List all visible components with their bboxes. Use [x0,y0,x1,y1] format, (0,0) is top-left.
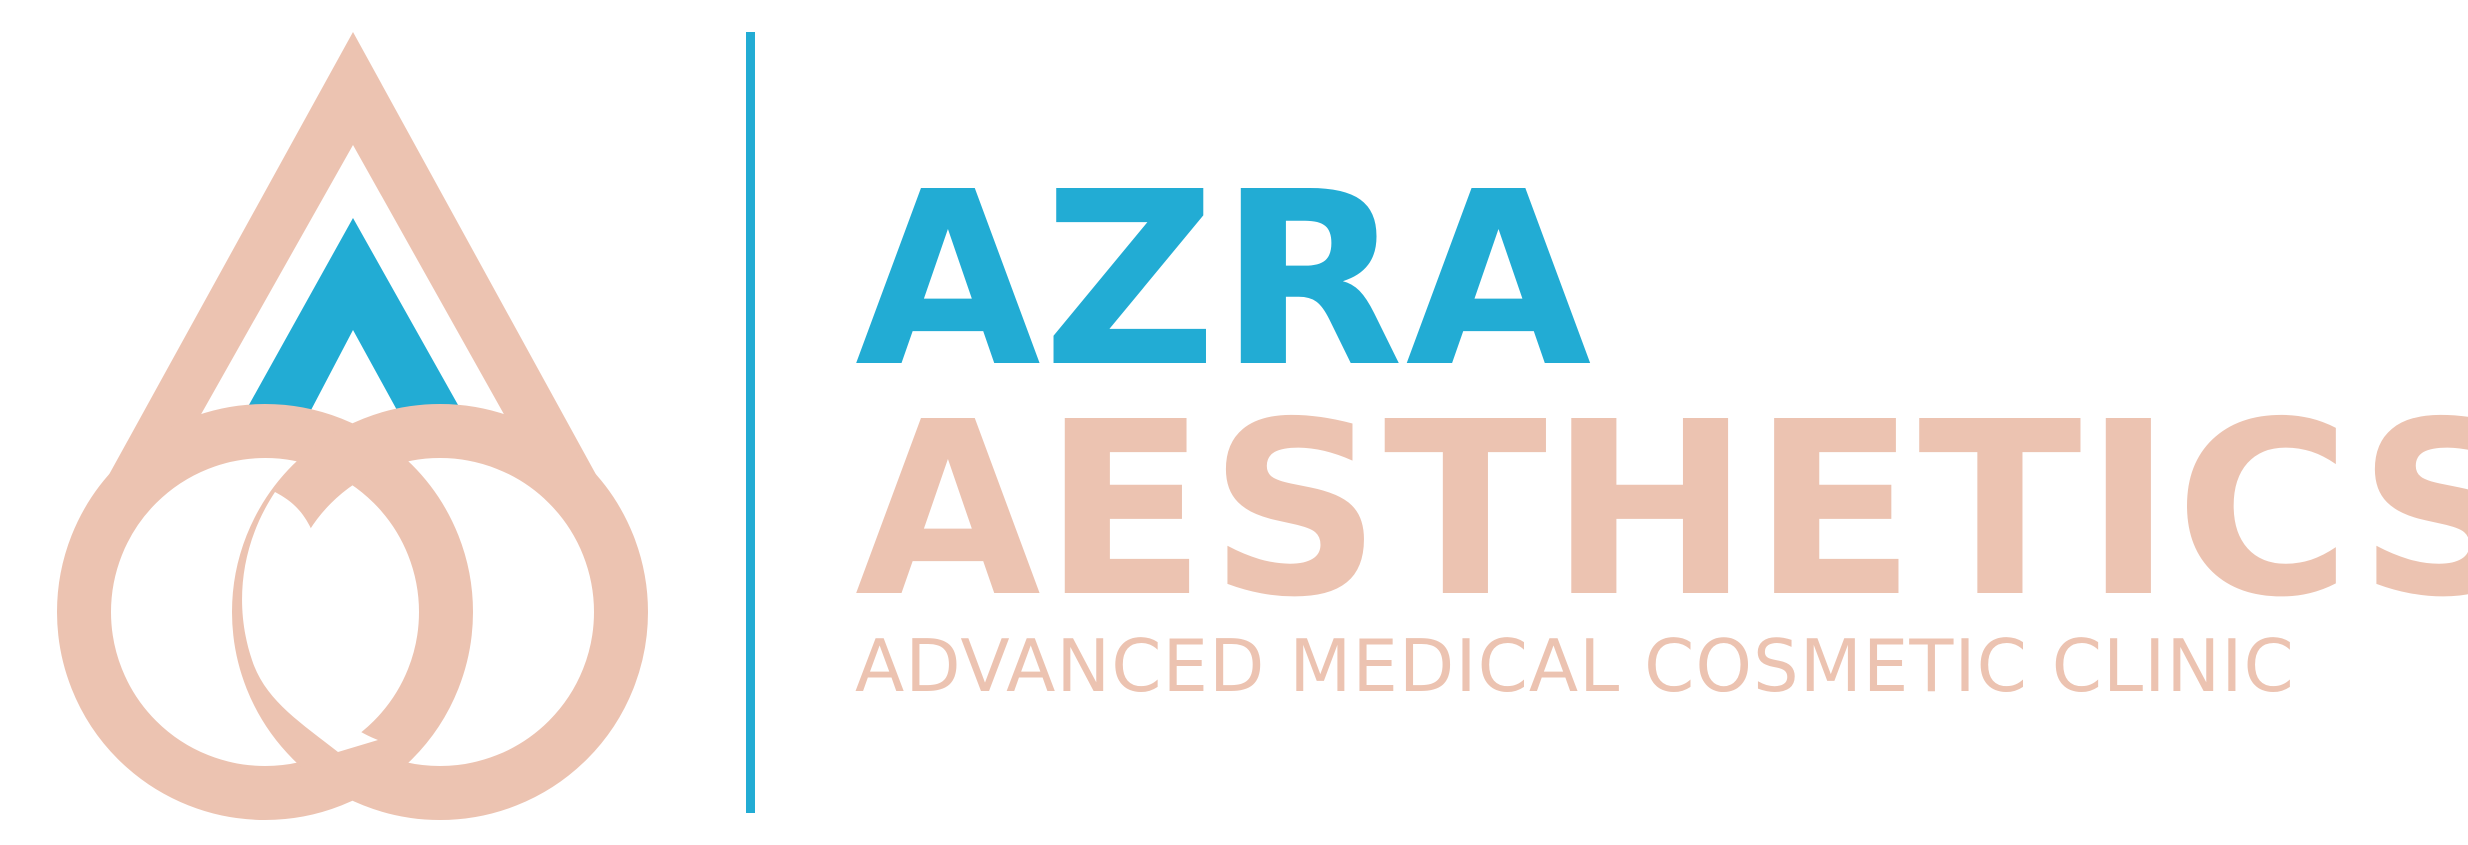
tagline: ADVANCED MEDICAL COSMETIC CLINIC [855,624,2295,708]
logo-emblem-icon [57,32,648,820]
brand-name-azra: AZRA [855,140,1594,420]
brand-name-aesthetics: AESTHETICS [855,370,2468,650]
vertical-divider [746,32,755,813]
